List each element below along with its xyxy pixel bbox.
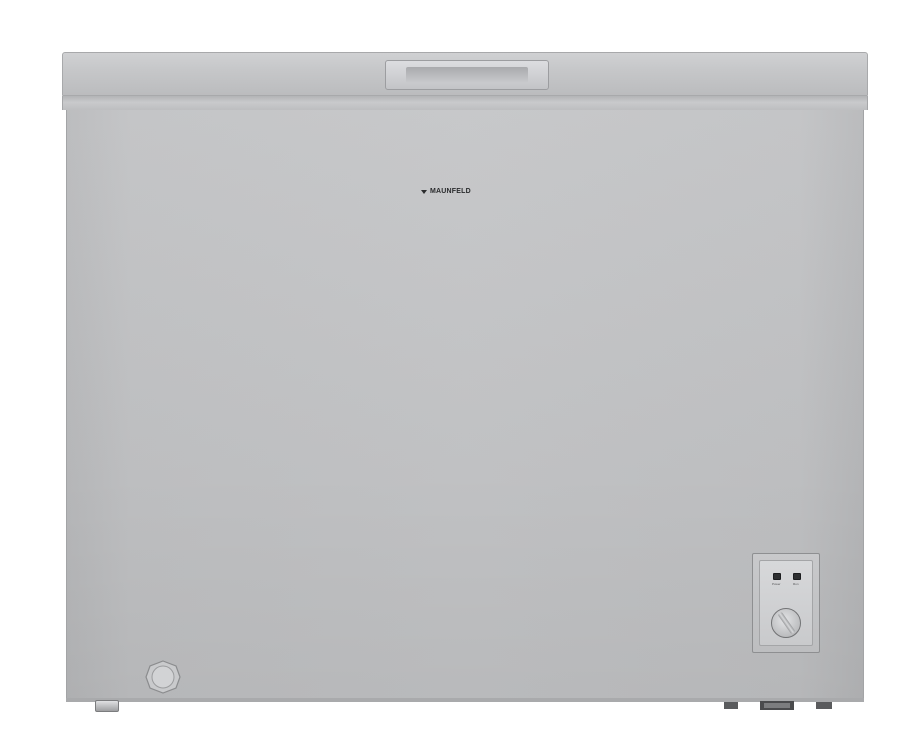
lid-handle [385, 60, 549, 90]
body-shading [67, 110, 863, 702]
chest-freezer-product-photo: MAUNFELD Power Run [0, 0, 919, 755]
right-casters [724, 701, 832, 710]
control-panel-face: Power Run [759, 560, 813, 646]
thermostat-knob-grip [777, 611, 796, 635]
run-indicator-label: Run [793, 582, 799, 586]
lid-edge [62, 96, 868, 110]
power-indicator-lamp [773, 573, 781, 580]
freezer-body [66, 110, 864, 702]
drain-plug-icon [145, 660, 181, 694]
thermostat-knob [771, 608, 801, 638]
run-indicator-lamp [793, 573, 801, 580]
brand-logo: MAUNFELD [420, 186, 471, 198]
lid-handle-recess [406, 67, 528, 83]
control-panel: Power Run [752, 553, 820, 653]
left-foot [95, 700, 119, 712]
power-indicator-label: Power [772, 582, 781, 586]
maunfeld-logo-icon [421, 190, 427, 194]
brand-logo-text: MAUNFELD [430, 188, 471, 195]
